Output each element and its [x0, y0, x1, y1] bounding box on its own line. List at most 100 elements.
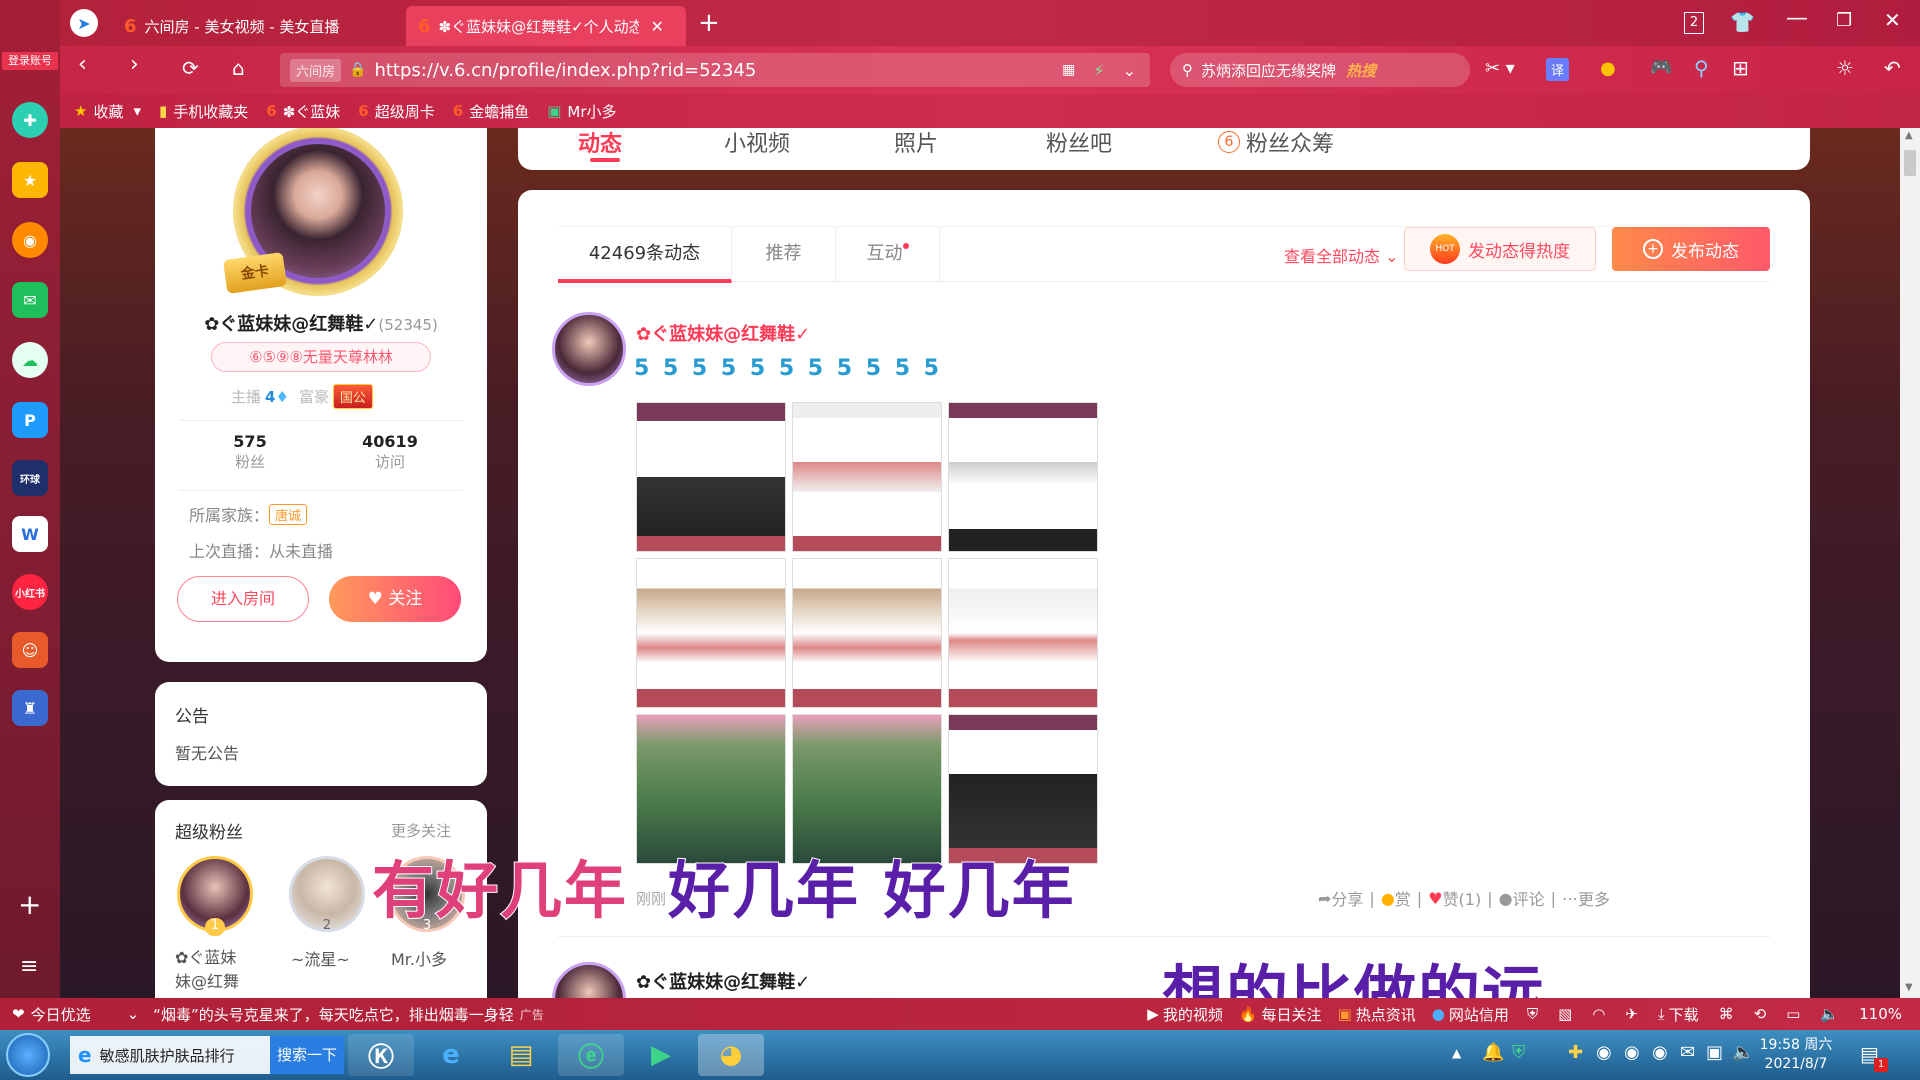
folder-icon[interactable]: ▤	[488, 1034, 554, 1076]
follow-button[interactable]: ♥ 关注	[329, 576, 461, 622]
tray-volume-icon[interactable]: 🔈	[1732, 1042, 1754, 1063]
close-window-icon[interactable]: ✕	[1884, 8, 1901, 32]
k-app-icon[interactable]: Ⓚ	[348, 1034, 414, 1076]
zoom-level[interactable]: 110%	[1859, 1005, 1902, 1023]
tray-bell-icon[interactable]: 🔔	[1482, 1042, 1504, 1063]
start-button[interactable]	[6, 1033, 50, 1077]
more-follows-link[interactable]: 更多关注	[391, 820, 451, 841]
login-button[interactable]: 登录账号	[2, 52, 58, 70]
tray-shield-icon[interactable]: ⛨	[1512, 1042, 1526, 1063]
game-app-icon[interactable]: ☺	[12, 632, 48, 668]
page-scrollbar[interactable]: ▲ ▼	[1900, 128, 1920, 998]
post-image[interactable]	[948, 402, 1098, 552]
home-icon[interactable]: ⌂	[232, 56, 245, 80]
coin-icon[interactable]: ●	[1600, 58, 1616, 79]
news-app-icon[interactable]: 环球	[12, 460, 48, 496]
tab-count-badge[interactable]: 2	[1684, 12, 1704, 34]
clock[interactable]: 19:58 周六 2021/8/7	[1756, 1036, 1836, 1074]
scissors-icon[interactable]: ✂ ▾	[1485, 58, 1515, 79]
url-bar[interactable]: 六间房 🔒 https://v.6.cn/profile/index.php?r…	[280, 53, 1150, 87]
scroll-down-icon[interactable]: ▼	[1905, 982, 1913, 993]
refresh-icon[interactable]: ⟳	[182, 56, 199, 80]
refresh-icon[interactable]: ⟲	[1754, 1005, 1767, 1023]
post-image[interactable]	[792, 402, 942, 552]
volume-icon[interactable]: 🔈	[1820, 1005, 1839, 1023]
tab-dynamics[interactable]: 动态	[578, 128, 622, 158]
player-icon[interactable]: ▶	[628, 1034, 694, 1076]
flash-icon[interactable]: ⚡	[1093, 61, 1104, 80]
post-author[interactable]: ✿ぐ蓝妹妹@红舞鞋✓	[636, 968, 810, 994]
tab-recommend[interactable]: 推荐	[732, 227, 836, 283]
media-app-icon[interactable]: ◕	[698, 1034, 764, 1076]
close-tab-icon[interactable]: ✕	[651, 17, 664, 36]
tray-qq3-icon[interactable]: ◉	[1652, 1042, 1668, 1063]
picture-icon[interactable]: ▧	[1558, 1005, 1572, 1023]
my-videos[interactable]: 我的视频	[1163, 1004, 1223, 1025]
hot-news[interactable]: 热点资讯	[1356, 1004, 1416, 1025]
star-icon[interactable]: ★	[12, 162, 48, 198]
tab-all-dynamics[interactable]: 42469条动态	[558, 227, 732, 283]
url-text[interactable]: https://v.6.cn/profile/index.php?rid=523…	[374, 60, 756, 81]
city-game-icon[interactable]: ♜	[12, 690, 48, 726]
family-badge[interactable]: 唐诚	[269, 503, 308, 525]
view-all-dropdown[interactable]: 查看全部动态 ⌄	[1284, 243, 1399, 267]
tray-qq2-icon[interactable]: ◉	[1624, 1042, 1640, 1063]
site-credit[interactable]: 网站信用	[1449, 1004, 1509, 1025]
tray-expand-icon[interactable]: ▲	[1452, 1046, 1461, 1060]
scroll-up-icon[interactable]: ▲	[1905, 130, 1913, 141]
skin-icon[interactable]: 👕	[1730, 10, 1755, 34]
p-app-icon[interactable]: P	[12, 402, 48, 438]
maximize-icon[interactable]: ❐	[1836, 10, 1852, 31]
apps-icon[interactable]: ⊞	[1732, 56, 1749, 80]
tab-fan-bar[interactable]: 粉丝吧	[1046, 128, 1112, 158]
hot-button[interactable]: HOT 发动态得热度	[1404, 227, 1596, 271]
add-icon[interactable]: +	[18, 888, 41, 921]
tab-crowdfunding[interactable]: 6 粉丝众筹	[1218, 128, 1334, 158]
download-link[interactable]: 下载	[1669, 1004, 1699, 1025]
post-avatar[interactable]	[552, 312, 626, 386]
tab-profile[interactable]: 6 ✽ぐ蓝妹妹@红舞鞋✓个人动态 ✕	[406, 6, 686, 46]
post-image[interactable]	[636, 558, 786, 708]
undo-icon[interactable]: ↶	[1884, 56, 1901, 80]
window-icon[interactable]: ▭	[1786, 1005, 1800, 1023]
taskbar-search-button[interactable]: 搜索一下	[270, 1036, 344, 1074]
weibo-icon[interactable]: ◉	[12, 222, 48, 258]
search-text[interactable]: 苏炳添回应无缘奖牌	[1201, 60, 1336, 81]
game-icon[interactable]: ⌘	[1719, 1005, 1734, 1023]
post-image[interactable]	[636, 402, 786, 552]
tab-interaction[interactable]: 互动	[836, 227, 940, 283]
bookmark-fishing[interactable]: 6 金蟾捕鱼	[453, 101, 529, 122]
comment-link[interactable]: 评论	[1513, 886, 1545, 910]
shield-icon[interactable]: ⛨	[1527, 1005, 1538, 1023]
bookmark-favorites[interactable]: ★ 收藏 ▾	[74, 101, 141, 122]
fan-name-2[interactable]: ~流星~	[291, 946, 371, 970]
mail-icon[interactable]: ✉	[12, 282, 48, 318]
tray-plus-icon[interactable]: ✚	[1568, 1042, 1583, 1063]
post-author[interactable]: ✿ぐ蓝妹妹@红舞鞋✓	[636, 320, 810, 346]
post-avatar[interactable]	[552, 962, 626, 998]
translate-icon[interactable]: 译	[1546, 58, 1570, 81]
list-icon[interactable]: ≡	[20, 954, 38, 979]
forward-icon[interactable]: ›	[130, 52, 139, 77]
bookmark-mobile[interactable]: ▮ 手机收藏夹	[159, 101, 248, 122]
tab-short-video[interactable]: 小视频	[724, 128, 790, 158]
back-icon[interactable]: ‹	[78, 52, 87, 77]
scroll-thumb[interactable]	[1904, 150, 1916, 176]
plus-circle-icon[interactable]: ✚	[12, 102, 48, 138]
today-picks[interactable]: 今日优选	[31, 1004, 91, 1025]
like-link[interactable]: 赞(1)	[1443, 886, 1482, 910]
daily-follow[interactable]: 每日关注	[1262, 1004, 1322, 1025]
tray-network-icon[interactable]: ▣	[1706, 1042, 1723, 1063]
find-icon[interactable]: ⚲	[1694, 56, 1709, 80]
wifi-icon[interactable]: ◠	[1592, 1005, 1605, 1023]
qr-icon[interactable]: ▦	[1062, 62, 1075, 78]
doc-icon[interactable]: W	[12, 516, 48, 552]
bookmark-weekcard[interactable]: 6 超级周卡	[358, 101, 434, 122]
chevron-down-icon[interactable]: ⌄	[127, 1005, 140, 1023]
brightness-icon[interactable]: ☼	[1836, 56, 1854, 80]
taskbar-search-item[interactable]: e 敏感肌肤护肤品排行	[70, 1036, 270, 1074]
visit-stat[interactable]: 40619 访问	[345, 432, 435, 472]
xiaohongshu-icon[interactable]: 小红书	[12, 574, 48, 610]
tray-chat-icon[interactable]: ✉	[1680, 1042, 1695, 1063]
new-tab-icon[interactable]: +	[698, 8, 720, 38]
